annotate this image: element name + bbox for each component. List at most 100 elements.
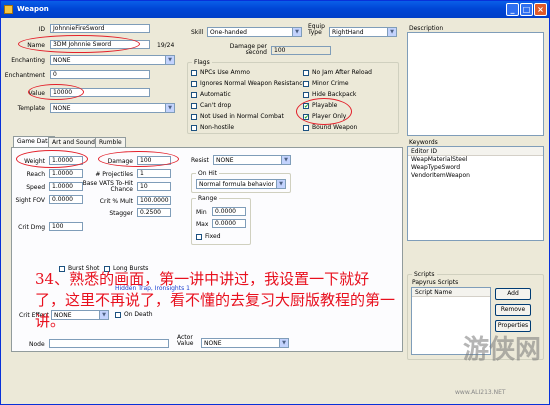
minimize-button[interactable]: _ — [506, 3, 519, 16]
chevron-down-icon: ▼ — [279, 339, 288, 347]
add-script-button[interactable]: Add — [495, 288, 531, 300]
range-max-field[interactable]: 0.0000 — [212, 219, 246, 228]
equip-type-value: RightHand — [332, 29, 364, 36]
checkbox-icon — [303, 92, 309, 98]
flag-npcs-use-ammo[interactable]: NPCs Use Ammo — [191, 69, 250, 77]
template-label: Template — [17, 105, 45, 112]
maximize-button[interactable]: □ — [520, 3, 533, 16]
flag-label: NPCs Use Ammo — [200, 69, 250, 76]
chevron-down-icon: ▼ — [276, 180, 285, 188]
flag-ignores-resistance[interactable]: Ignores Normal Weapon Resistance — [191, 80, 306, 88]
skill-value: One-handed — [210, 29, 247, 36]
flag-minor-crime[interactable]: Minor Crime — [303, 80, 349, 88]
enchantment-label: Enchantment — [4, 72, 45, 79]
crit-mult-field[interactable]: 100.0000 — [137, 196, 171, 205]
flag-automatic[interactable]: Automatic — [191, 91, 231, 99]
id-field[interactable]: JohnnieFireSword — [50, 24, 150, 33]
tab-rumble[interactable]: Rumble — [95, 137, 126, 147]
flag-label: Can't drop — [200, 102, 232, 109]
keywords-header: Editor ID — [408, 147, 543, 156]
scripts-title: Scripts — [412, 271, 437, 278]
papyrus-scripts-label: Papyrus Scripts — [412, 279, 459, 286]
list-item[interactable]: VendorItemWeapon — [408, 172, 543, 180]
on-hit-select[interactable]: Normal formula behavior ▼ — [196, 179, 286, 189]
flag-non-hostile[interactable]: Non-hostile — [191, 124, 234, 132]
fixed-label: Fixed — [205, 233, 221, 240]
checkbox-icon — [191, 92, 197, 98]
flag-label: Minor Crime — [312, 80, 349, 87]
enchanting-value: NONE — [53, 57, 71, 64]
resist-label: Resist — [191, 157, 209, 164]
list-item[interactable]: WeapMaterialSteel — [408, 156, 543, 164]
vats-label: Base VATS To-Hit Chance — [82, 180, 133, 193]
keywords-label: Keywords — [409, 139, 438, 146]
watermark-logo: 游侠网 — [463, 335, 542, 365]
flag-cant-drop[interactable]: Can't drop — [191, 102, 231, 110]
equip-type-select[interactable]: RightHand ▼ — [329, 27, 397, 37]
weapon-icon — [4, 5, 13, 14]
actor-value-value: NONE — [204, 340, 222, 347]
checkbox-icon — [196, 234, 202, 240]
flag-label: Ignores Normal Weapon Resistance — [200, 80, 307, 87]
list-item[interactable]: WeapTypeSword — [408, 164, 543, 172]
flag-not-used-in-combat[interactable]: Not Used in Normal Combat — [191, 113, 284, 121]
sight-fov-field[interactable]: 0.0000 — [49, 195, 83, 204]
checkbox-icon — [191, 114, 197, 120]
vats-field[interactable]: 10 — [137, 182, 171, 191]
watermark: 游侠网 www.ALI213.NET — [449, 321, 547, 401]
node-field[interactable] — [49, 339, 169, 348]
damage-per-second-label: Damage per second — [229, 43, 267, 56]
remove-script-button[interactable]: Remove — [495, 304, 531, 316]
flag-label: Non-hostile — [200, 124, 235, 131]
range-min-label: Min — [196, 209, 207, 216]
flag-label: Hide Backpack — [312, 91, 357, 98]
annotation-ellipse — [18, 35, 140, 53]
tab-art-and-sound[interactable]: Art and Sound — [48, 137, 99, 147]
enchantment-field[interactable]: 0 — [50, 70, 150, 79]
chevron-down-icon: ▼ — [165, 104, 174, 112]
projectiles-field[interactable]: 1 — [137, 169, 171, 178]
stagger-field[interactable]: 0.2500 — [137, 208, 171, 217]
sight-fov-label: Sight FOV — [15, 197, 45, 204]
checkbox-icon — [303, 81, 309, 87]
checkbox-icon — [303, 70, 309, 76]
chevron-down-icon: ▼ — [281, 156, 290, 164]
close-button[interactable]: × — [534, 3, 547, 16]
skill-label: Skill — [191, 29, 204, 36]
range-min-field[interactable]: 0.0000 — [212, 207, 246, 216]
description-box[interactable] — [407, 32, 544, 136]
chevron-down-icon: ▼ — [292, 28, 301, 36]
equip-type-label: Equip Type — [308, 23, 325, 36]
checkbox-icon — [191, 103, 197, 109]
on-hit-title: On Hit — [196, 170, 219, 177]
name-char-count: 19/24 — [157, 42, 175, 49]
speed-field[interactable]: 1.0000 — [49, 182, 83, 191]
reach-field[interactable]: 1.0000 — [49, 169, 83, 178]
reach-label: Reach — [26, 171, 45, 178]
annotation-ellipse — [98, 151, 179, 167]
title-bar: Weapon _ □ × — [1, 1, 549, 18]
actor-value-select[interactable]: NONE ▼ — [201, 338, 289, 348]
actor-value-label: Actor Value — [177, 334, 194, 347]
flag-bound-weapon[interactable]: Bound Weapon — [303, 124, 357, 132]
template-select[interactable]: NONE ▼ — [50, 103, 175, 113]
scripts-header: Script Name — [412, 288, 490, 297]
chevron-down-icon: ▼ — [387, 28, 396, 36]
description-label: Description — [409, 25, 444, 32]
resist-select[interactable]: NONE ▼ — [213, 155, 291, 165]
skill-select[interactable]: One-handed ▼ — [207, 27, 302, 37]
keywords-list[interactable]: Editor ID WeapMaterialSteel WeapTypeSwor… — [407, 146, 544, 241]
template-value: NONE — [53, 105, 71, 112]
enchanting-select[interactable]: NONE ▼ — [50, 55, 175, 65]
speed-label: Speed — [26, 184, 45, 191]
checkbox-icon — [191, 81, 197, 87]
checkbox-icon — [303, 125, 309, 131]
flag-no-jam[interactable]: No Jam After Reload — [303, 69, 372, 77]
weapon-window: Weapon _ □ × ID JohnnieFireSword Name 3D… — [0, 0, 550, 405]
projectiles-label: # Projectiles — [95, 171, 133, 178]
checkbox-icon — [191, 125, 197, 131]
resist-value: NONE — [216, 157, 234, 164]
chevron-down-icon: ▼ — [165, 56, 174, 64]
crit-dmg-field[interactable]: 100 — [49, 222, 83, 231]
fixed-checkbox[interactable]: Fixed — [196, 233, 221, 241]
